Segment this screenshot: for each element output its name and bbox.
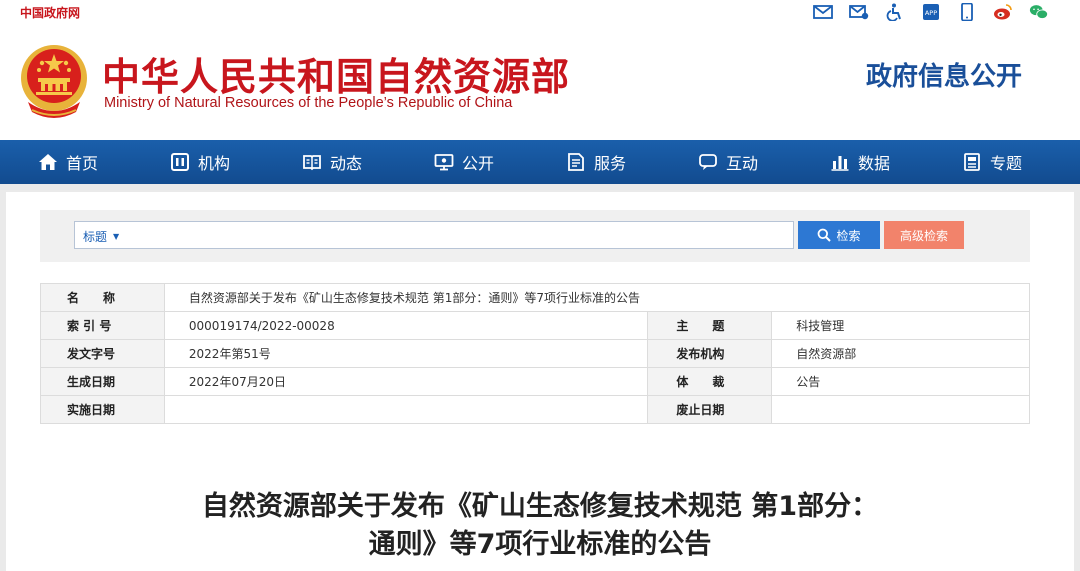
- caret-down-icon: ▼: [113, 232, 120, 241]
- nav-item-service[interactable]: 服务: [530, 140, 662, 184]
- document-meta-table: 名 称 自然资源部关于发布《矿山生态修复技术规范 第1部分：通则》等7项行业标准…: [40, 283, 1031, 424]
- search-bar: 标题 ▼ 检索 高级检索: [40, 210, 1030, 262]
- weibo-icon[interactable]: [992, 2, 1014, 22]
- site-title-cn: 中华人民共和国自然资源部: [102, 55, 571, 99]
- issuer-label: 发布机构: [647, 339, 773, 368]
- mail-icon[interactable]: [812, 2, 834, 22]
- site-title-en: Ministry of Natural Resources of the Peo…: [104, 95, 513, 111]
- search-input[interactable]: [131, 224, 781, 246]
- nav-item-label: 机构: [197, 154, 230, 173]
- mail-settings-icon[interactable]: [848, 2, 870, 22]
- section-title: 政府信息公开: [865, 62, 1022, 92]
- news-icon: [303, 155, 321, 171]
- nav-item-topic[interactable]: 专题: [926, 140, 1058, 184]
- nav-item-label: 公开: [461, 154, 494, 173]
- effective-label: 实施日期: [40, 395, 165, 424]
- nav-item-open[interactable]: 公开: [398, 140, 530, 184]
- date-label: 生成日期: [40, 367, 165, 396]
- effective-value: [163, 395, 649, 424]
- search-button[interactable]: 检索: [798, 221, 880, 249]
- app-icon[interactable]: APP: [920, 2, 942, 22]
- org-icon: [170, 153, 189, 171]
- search-icon: [818, 228, 832, 242]
- table-row: 索 引 号 000019174/2022-00028 主 题 科技管理: [40, 311, 1030, 340]
- name-value: 自然资源部关于发布《矿山生态修复技术规范 第1部分：通则》等7项行业标准的公告: [163, 283, 1031, 312]
- expire-value: [771, 395, 1030, 424]
- table-row: 生成日期 2022年07月20日 体 裁 公告: [40, 367, 1030, 396]
- advanced-search-button[interactable]: 高级检索: [884, 221, 964, 249]
- nav-item-label: 专题: [989, 154, 1022, 173]
- search-button-label: 检索: [836, 228, 861, 243]
- index-label: 索 引 号: [40, 311, 165, 340]
- index-value: 000019174/2022-00028: [163, 311, 649, 340]
- nav-item-label: 互动: [725, 154, 758, 173]
- top-icon-bar: APP: [812, 2, 1050, 22]
- search-type-select[interactable]: 标题 ▼: [83, 228, 119, 245]
- nav-item-org[interactable]: 机构: [134, 140, 266, 184]
- search-box: 标题 ▼: [74, 221, 794, 249]
- national-emblem-icon: [21, 45, 87, 118]
- docno-label: 发文字号: [40, 339, 165, 368]
- nav-item-label: 动态: [329, 154, 362, 173]
- issuer-value: 自然资源部: [771, 339, 1030, 368]
- nav-item-label: 数据: [857, 154, 890, 173]
- subject-value: 科技管理: [771, 311, 1030, 340]
- monitor-icon: [434, 154, 454, 171]
- main-nav: 首页 机构 动态 公开 服务 互动 数据 专题: [0, 140, 1080, 184]
- svg-text:APP: APP: [925, 9, 937, 17]
- nav-item-interact[interactable]: 互动: [662, 140, 794, 184]
- genre-label: 体 裁: [647, 367, 773, 396]
- document-icon: [568, 153, 584, 171]
- home-icon: [38, 154, 57, 170]
- table-row: 实施日期 废止日期: [40, 395, 1030, 424]
- chat-icon: [699, 154, 717, 170]
- content-panel: 标题 ▼ 检索 高级检索 名 称 自然资源部关于发布《矿山生态修复技术规范 第1…: [6, 192, 1074, 571]
- bar-chart-icon: [831, 156, 849, 171]
- gov-portal-link[interactable]: 中国政府网: [20, 4, 80, 21]
- nav-item-label: 服务: [593, 154, 626, 173]
- accessibility-icon[interactable]: [884, 2, 906, 22]
- genre-value: 公告: [771, 367, 1030, 396]
- nav-item-label: 首页: [65, 154, 98, 173]
- search-type-label: 标题: [83, 230, 108, 244]
- site-header: 中华人民共和国自然资源部 Ministry of Natural Resourc…: [0, 26, 1080, 140]
- docno-value: 2022年第51号: [163, 339, 649, 368]
- topic-icon: [964, 153, 980, 171]
- wechat-icon[interactable]: [1028, 2, 1050, 22]
- document-title-line1: 自然资源部关于发布《矿山生态修复技术规范 第1部分：: [201, 491, 879, 522]
- date-value: 2022年07月20日: [163, 367, 649, 396]
- document-title-line2: 通则》等7项行业标准的公告: [368, 529, 712, 560]
- table-row: 名 称 自然资源部关于发布《矿山生态修复技术规范 第1部分：通则》等7项行业标准…: [40, 283, 1031, 312]
- name-label: 名 称: [40, 283, 165, 312]
- subject-label: 主 题: [647, 311, 773, 340]
- mobile-icon[interactable]: [956, 2, 978, 22]
- nav-item-home[interactable]: 首页: [2, 140, 134, 184]
- document-title: 自然资源部关于发布《矿山生态修复技术规范 第1部分： 通则》等7项行业标准的公告: [6, 488, 1074, 564]
- nav-item-data[interactable]: 数据: [794, 140, 926, 184]
- table-row: 发文字号 2022年第51号 发布机构 自然资源部: [40, 339, 1030, 368]
- nav-item-news[interactable]: 动态: [266, 140, 398, 184]
- expire-label: 废止日期: [647, 395, 773, 424]
- top-bar: 中国政府网 APP: [0, 0, 1080, 26]
